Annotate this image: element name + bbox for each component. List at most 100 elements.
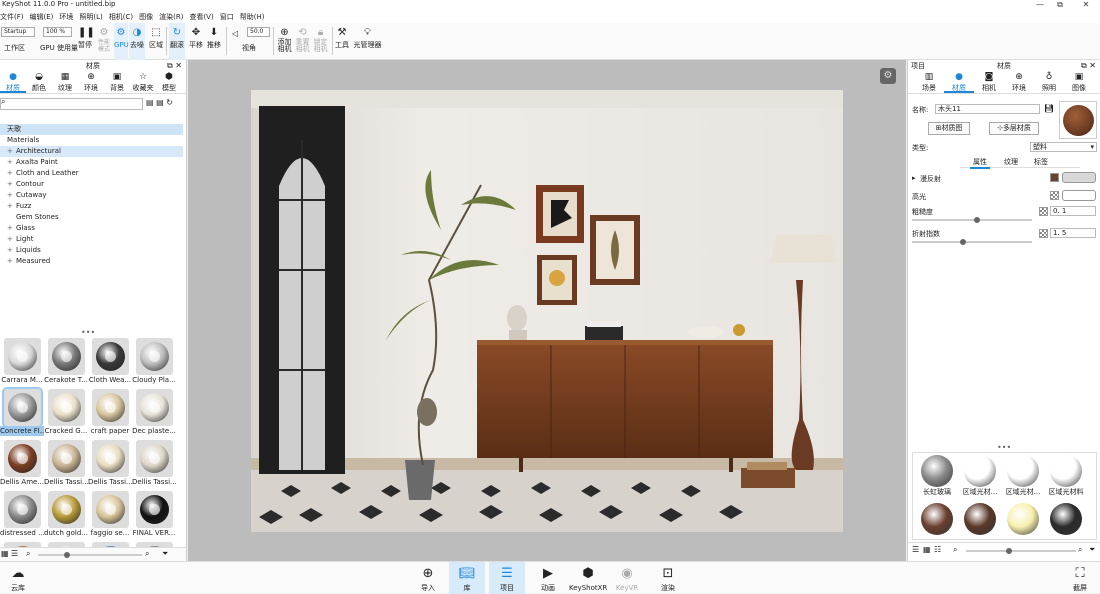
expand-icon[interactable]: + — [7, 256, 13, 267]
tab-favorites[interactable]: ☆ 收藏夹 — [130, 72, 156, 93]
light-manager-button[interactable]: 💡︎ 光管理器 — [352, 23, 383, 60]
lock-camera-button[interactable]: 🔒︎ 锁定相机 — [312, 23, 329, 60]
workspace-select[interactable]: Startup — [1, 27, 35, 37]
tree-item[interactable]: + Axalta Paint — [0, 157, 183, 168]
close-icon[interactable]: ✕ — [1076, 0, 1096, 9]
expand-icon[interactable]: + — [7, 201, 13, 212]
tree-item[interactable]: 天歌 — [0, 124, 183, 135]
tab-properties[interactable]: 属性 — [970, 157, 990, 169]
expand-icon[interactable]: + — [7, 146, 13, 157]
project-material-thumbnail[interactable]: 长虹玻璃 — [917, 455, 957, 501]
thumbnail-size-slider[interactable] — [38, 552, 142, 558]
diffuse-color-swatch[interactable] — [1062, 172, 1096, 183]
tab-colors[interactable]: ◒ 颜色 — [26, 72, 52, 93]
tools-button[interactable]: ⚒ 工具 — [335, 23, 349, 60]
material-name-input[interactable]: 木头11 — [935, 104, 1040, 114]
material-thumbnail[interactable]: Dellis Tassi... — [44, 440, 88, 491]
refraction-texture-swatch[interactable] — [1039, 229, 1048, 238]
minimize-icon[interactable]: — — [1030, 0, 1050, 9]
specular-texture-swatch[interactable] — [1050, 191, 1059, 200]
slider-knob[interactable] — [960, 239, 966, 245]
tab-material[interactable]: ● 材质 — [944, 72, 974, 93]
cloud-library-button[interactable]: ☁ 云库 — [0, 562, 36, 594]
splitter-handle[interactable]: ••• — [81, 328, 95, 337]
tree-item[interactable]: + Liquids — [0, 245, 183, 256]
project-button[interactable]: ☰ 项目 — [489, 562, 525, 594]
material-thumbnail[interactable]: Cloudy Pla... — [132, 338, 176, 389]
material-thumbnail[interactable]: faggio se... — [89, 491, 132, 542]
material-thumbnail[interactable]: Cerakote T... — [44, 338, 88, 389]
expand-icon[interactable]: + — [7, 168, 13, 179]
dolly-button[interactable]: ⬇ 推移 — [206, 23, 222, 60]
tree-item[interactable]: Materials — [0, 135, 183, 146]
roughness-texture-swatch[interactable] — [1039, 207, 1048, 216]
tab-materials[interactable]: ● 材质 — [0, 72, 26, 93]
slider-knob[interactable] — [1006, 548, 1012, 554]
material-thumbnail[interactable]: FINAL VER... — [133, 491, 176, 542]
performance-mode-button[interactable]: ⚙ 性能模式 — [95, 23, 113, 60]
expand-icon[interactable]: ▸ — [912, 174, 916, 182]
tree-item[interactable]: + Architectural — [0, 146, 183, 157]
tree-item[interactable]: + Glass — [0, 223, 183, 234]
tree-item[interactable]: Gem Stones — [0, 212, 183, 223]
tab-textures[interactable]: ▦ 纹理 — [52, 72, 78, 93]
list-view-icon[interactable]: ☰ — [11, 549, 18, 558]
slider-knob[interactable] — [974, 217, 980, 223]
pause-button[interactable]: ❚❚ 暂停 — [77, 23, 95, 60]
tree-item[interactable]: + Cloth and Leather — [0, 168, 183, 179]
menu-environment[interactable]: 环境 — [59, 12, 73, 22]
menu-lighting[interactable]: 照明(L) — [79, 12, 102, 22]
roughness-slider[interactable] — [912, 217, 1032, 223]
project-material-thumbnail[interactable]: 区域光材料 — [1046, 455, 1086, 501]
pan-button[interactable]: ✥ 平移 — [188, 23, 204, 60]
menu-file[interactable]: 文件(F) — [0, 12, 24, 22]
menu-help[interactable]: 帮助(H) — [240, 12, 265, 22]
menu-render[interactable]: 渲染(R) — [159, 12, 183, 22]
tab-image[interactable]: ▣ 图像 — [1064, 72, 1094, 93]
expand-icon[interactable]: + — [7, 245, 13, 256]
material-thumbnail[interactable]: Cracked G... — [45, 389, 88, 440]
tab-scene[interactable]: ▥ 场景 — [914, 72, 944, 93]
material-thumbnail[interactable]: dutch gold... — [44, 491, 88, 542]
roughness-input[interactable]: 0. 1 — [1050, 206, 1096, 216]
material-preview[interactable] — [1059, 101, 1097, 139]
tree-item[interactable]: + Light — [0, 234, 183, 245]
import-button[interactable]: ⊕ 导入 — [410, 562, 446, 594]
refraction-index-slider[interactable] — [912, 239, 1032, 245]
material-thumbnail[interactable]: Cloth Wea... — [89, 338, 132, 389]
material-thumbnail[interactable]: Dellis Ame... — [0, 440, 44, 491]
denoise-button[interactable]: ◑ 去噪 — [129, 23, 145, 60]
real-time-viewport[interactable]: ⚙ — [188, 60, 906, 561]
menu-image[interactable]: 图像 — [139, 12, 153, 22]
material-graph-button[interactable]: ⊞材质图 — [928, 122, 970, 135]
material-thumbnail[interactable]: Dellis Tassi... — [88, 440, 132, 491]
splitter-handle[interactable]: ••• — [997, 443, 1011, 452]
tumble-button[interactable]: ↻ 翻滚 — [169, 23, 185, 60]
search-input[interactable] — [0, 98, 143, 110]
tab-environment[interactable]: ⊕ 环境 — [1004, 72, 1034, 93]
grid-view-icon[interactable]: ▦ — [1, 549, 9, 558]
tab-environments[interactable]: ⊕ 环境 — [78, 72, 104, 93]
thumbnail-size-slider[interactable] — [966, 548, 1076, 554]
expand-icon[interactable]: + — [7, 223, 13, 234]
reset-camera-button[interactable]: ⟲ 重置相机 — [294, 23, 311, 60]
tab-backplates[interactable]: ▣ 背景 — [104, 72, 130, 93]
tab-models[interactable]: ⬢ 模型 — [156, 72, 182, 93]
filter-icon[interactable]: ⏷ — [1089, 545, 1095, 555]
material-thumbnail[interactable]: distressed ... — [0, 491, 44, 542]
menu-camera[interactable]: 相机(C) — [109, 12, 133, 22]
material-thumbnail[interactable]: Concrete Fl... — [0, 387, 44, 440]
keyvr-button[interactable]: ◉ KeyVR — [609, 562, 645, 594]
screenshot-button[interactable]: ⛶ 截屏 — [1062, 562, 1098, 594]
viewport-settings-icon[interactable]: ⚙ — [880, 68, 896, 84]
material-thumbnail[interactable]: Dec plaste... — [132, 389, 176, 440]
project-material-thumbnail[interactable]: 区域光材... — [960, 455, 1000, 501]
menu-view[interactable]: 查看(V) — [189, 12, 213, 22]
expand-icon[interactable]: + — [7, 157, 13, 168]
menu-window[interactable]: 窗口 — [220, 12, 234, 22]
menu-edit[interactable]: 编辑(E) — [30, 12, 54, 22]
zoom-in-icon[interactable]: ⌕ — [145, 549, 149, 559]
tree-item[interactable]: + Measured — [0, 256, 183, 267]
save-material-icon[interactable]: 💾︎ — [1044, 104, 1054, 113]
maximize-icon[interactable]: ⧉ — [1050, 0, 1070, 9]
